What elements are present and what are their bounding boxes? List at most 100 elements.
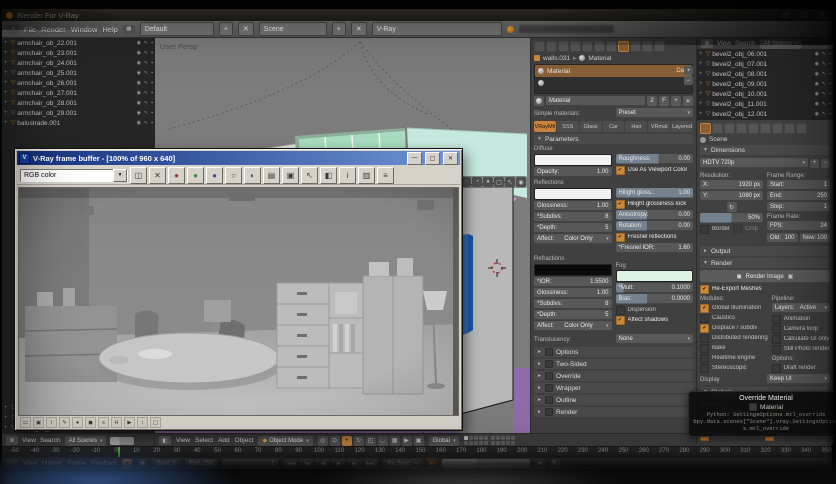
- pipeline-checkbox[interactable]: [771, 344, 781, 354]
- visibility-eye-icon[interactable]: ◉: [815, 51, 819, 57]
- expand-icon[interactable]: +: [699, 71, 704, 77]
- visibility-eye-icon[interactable]: ◉: [137, 90, 141, 96]
- breadcrumb-object[interactable]: walls.031: [543, 55, 570, 62]
- save-image-icon[interactable]: ◫: [130, 166, 147, 184]
- visibility-eye-icon[interactable]: ◉: [137, 120, 141, 126]
- object-name[interactable]: bevel2_obj_07.001: [712, 61, 767, 68]
- modifiers-properties-icon[interactable]: [760, 123, 771, 134]
- tool-icon-7[interactable]: ◉: [516, 177, 526, 187]
- refraction-glossiness-field[interactable]: Glossiness: 1.00: [534, 288, 612, 298]
- window-minimize-button[interactable]: —: [780, 10, 792, 20]
- modifiers-properties-icon[interactable]: [606, 41, 617, 52]
- tool-icon-5[interactable]: ▢: [494, 177, 504, 187]
- refraction-color-swatch[interactable]: [534, 264, 612, 276]
- visibility-eye-icon[interactable]: ◉: [137, 70, 141, 76]
- outliner-filter-dropdown[interactable]: All Scenes: [64, 435, 107, 446]
- render-visibility-icon[interactable]: ▪: [829, 81, 831, 87]
- output-section-header[interactable]: ► Output: [700, 246, 830, 256]
- current-frame-field[interactable]: 1: [222, 458, 279, 469]
- particles-properties-icon[interactable]: [642, 41, 653, 52]
- object-name[interactable]: bevel2_obj_10.001: [712, 91, 767, 98]
- render-visibility-icon[interactable]: ▪: [829, 101, 831, 107]
- visibility-eye-icon[interactable]: ◉: [815, 81, 819, 87]
- selectability-icon[interactable]: ↖: [144, 80, 148, 86]
- layout-add-button[interactable]: +: [218, 22, 233, 36]
- selectability-icon[interactable]: ↖: [144, 60, 148, 66]
- jump-end-icon[interactable]: ▶▶|: [363, 458, 379, 469]
- module-checkbox[interactable]: [700, 313, 709, 323]
- selectability-icon[interactable]: ↖: [822, 101, 826, 107]
- visibility-eye-icon[interactable]: ◉: [815, 101, 819, 107]
- refraction-depth-field[interactable]: *Depth: 5: [534, 310, 612, 320]
- reflection-glossiness-field[interactable]: Glossiness: 1.00: [534, 201, 612, 211]
- fresnel-checkbox[interactable]: [615, 232, 625, 242]
- world-properties-icon[interactable]: [736, 123, 747, 134]
- object-name[interactable]: bevel2_obj_08.001: [712, 71, 767, 78]
- expand-icon[interactable]: +: [4, 70, 9, 76]
- render-visibility-icon[interactable]: ▪: [151, 90, 153, 96]
- visibility-eye-icon[interactable]: ◉: [815, 71, 819, 77]
- visibility-eye-icon[interactable]: ◉: [137, 110, 141, 116]
- reflection-depth-field[interactable]: *Depth: 5: [534, 223, 612, 233]
- selectability-icon[interactable]: ↖: [822, 51, 826, 57]
- object-properties-icon[interactable]: [582, 41, 593, 52]
- selectability-icon[interactable]: ↖: [144, 120, 148, 126]
- selectability-icon[interactable]: ↖: [822, 81, 826, 87]
- material-type-tab[interactable]: VRmat: [648, 121, 671, 132]
- screen-layout-icon[interactable]: ▦: [122, 24, 135, 34]
- reflection-color-swatch[interactable]: [534, 188, 612, 200]
- annotate-icon[interactable]: ✎: [59, 417, 70, 428]
- expand-icon[interactable]: +: [4, 100, 9, 106]
- collapsed-section-header[interactable]: ► Render: [534, 407, 693, 417]
- reexport-checkbox[interactable]: [700, 284, 709, 294]
- outliner-item[interactable]: + ▽ armchair_ob_25.001 ◉ ↖ ▪: [2, 68, 155, 78]
- vfb-titlebar[interactable]: V V-Ray frame buffer - [100% of 960 x 64…: [17, 151, 460, 165]
- region-render-icon[interactable]: ▣: [282, 166, 299, 184]
- vfb-channel-select[interactable]: RGB color ▼: [20, 168, 128, 182]
- physics-properties-icon[interactable]: [654, 41, 665, 52]
- material-type-tab[interactable]: Car: [602, 121, 625, 132]
- render-visibility-icon[interactable]: ▪: [151, 70, 153, 76]
- viewport-color-checkbox[interactable]: [615, 165, 625, 175]
- editor-type-icon[interactable]: ≡: [7, 24, 19, 34]
- scene-add-button[interactable]: +: [331, 22, 346, 36]
- render-visibility-icon[interactable]: ▪: [151, 50, 153, 56]
- breadcrumb-material[interactable]: Material: [588, 55, 611, 62]
- timeline-menu-view[interactable]: View: [23, 460, 37, 467]
- breadcrumb-scene[interactable]: Scene: [709, 136, 727, 143]
- selectability-icon[interactable]: ↖: [144, 40, 148, 46]
- outliner-filter-dropdown[interactable]: All Scenes: [759, 38, 802, 49]
- diffuse-color-swatch[interactable]: [534, 154, 612, 166]
- manipulator-rotate-icon[interactable]: ↻: [353, 435, 364, 446]
- collapsed-section-header[interactable]: ► Outline: [534, 395, 693, 405]
- alpha-channel-icon[interactable]: ○: [225, 166, 242, 184]
- object-name[interactable]: bevel2_obj_12.001: [712, 111, 767, 118]
- editor-type-icon[interactable]: ◔: [6, 459, 18, 468]
- ior-field[interactable]: *IOR: 1.5500: [534, 277, 612, 287]
- render-properties-icon[interactable]: [700, 123, 711, 134]
- object-name[interactable]: armchair_ob_27.001: [17, 90, 77, 97]
- refraction-subdivs-field[interactable]: *Subdivs: 8: [534, 299, 612, 309]
- editor-type-icon[interactable]: ≣: [701, 39, 713, 48]
- visibility-eye-icon[interactable]: ◉: [137, 80, 141, 86]
- visibility-eye-icon[interactable]: ◉: [137, 100, 141, 106]
- expand-icon[interactable]: +: [4, 90, 9, 96]
- frame-end-field[interactable]: End: 250: [185, 458, 218, 469]
- viewport-menu-view[interactable]: View: [176, 437, 190, 444]
- scene-select[interactable]: Scene: [258, 22, 327, 36]
- section-checkbox[interactable]: [544, 360, 553, 368]
- frame-start-field[interactable]: Start: 1: [767, 180, 830, 190]
- collapsed-section-header[interactable]: ► Override: [534, 371, 693, 381]
- object-properties-icon[interactable]: [748, 123, 759, 134]
- fog-mult-slider[interactable]: *Mult: 0.1000: [615, 283, 693, 293]
- outliner-menu-view[interactable]: View: [22, 437, 36, 444]
- record-icon[interactable]: ●: [72, 417, 83, 428]
- object-name[interactable]: armchair_ob_23.001: [17, 50, 77, 57]
- selectability-icon[interactable]: ↖: [822, 71, 826, 77]
- prev-keyframe-icon[interactable]: |◀: [299, 458, 315, 469]
- selectability-icon[interactable]: ↖: [144, 50, 148, 56]
- dimensions-section-header[interactable]: ▼ Dimensions: [700, 145, 830, 155]
- vfb-minimize-button[interactable]: —: [407, 151, 422, 165]
- outliner-item[interactable]: + ▽ armchair_ob_26.001 ◉ ↖ ▪: [2, 78, 155, 88]
- keyframe-delete-icon[interactable]: ✎: [549, 458, 560, 469]
